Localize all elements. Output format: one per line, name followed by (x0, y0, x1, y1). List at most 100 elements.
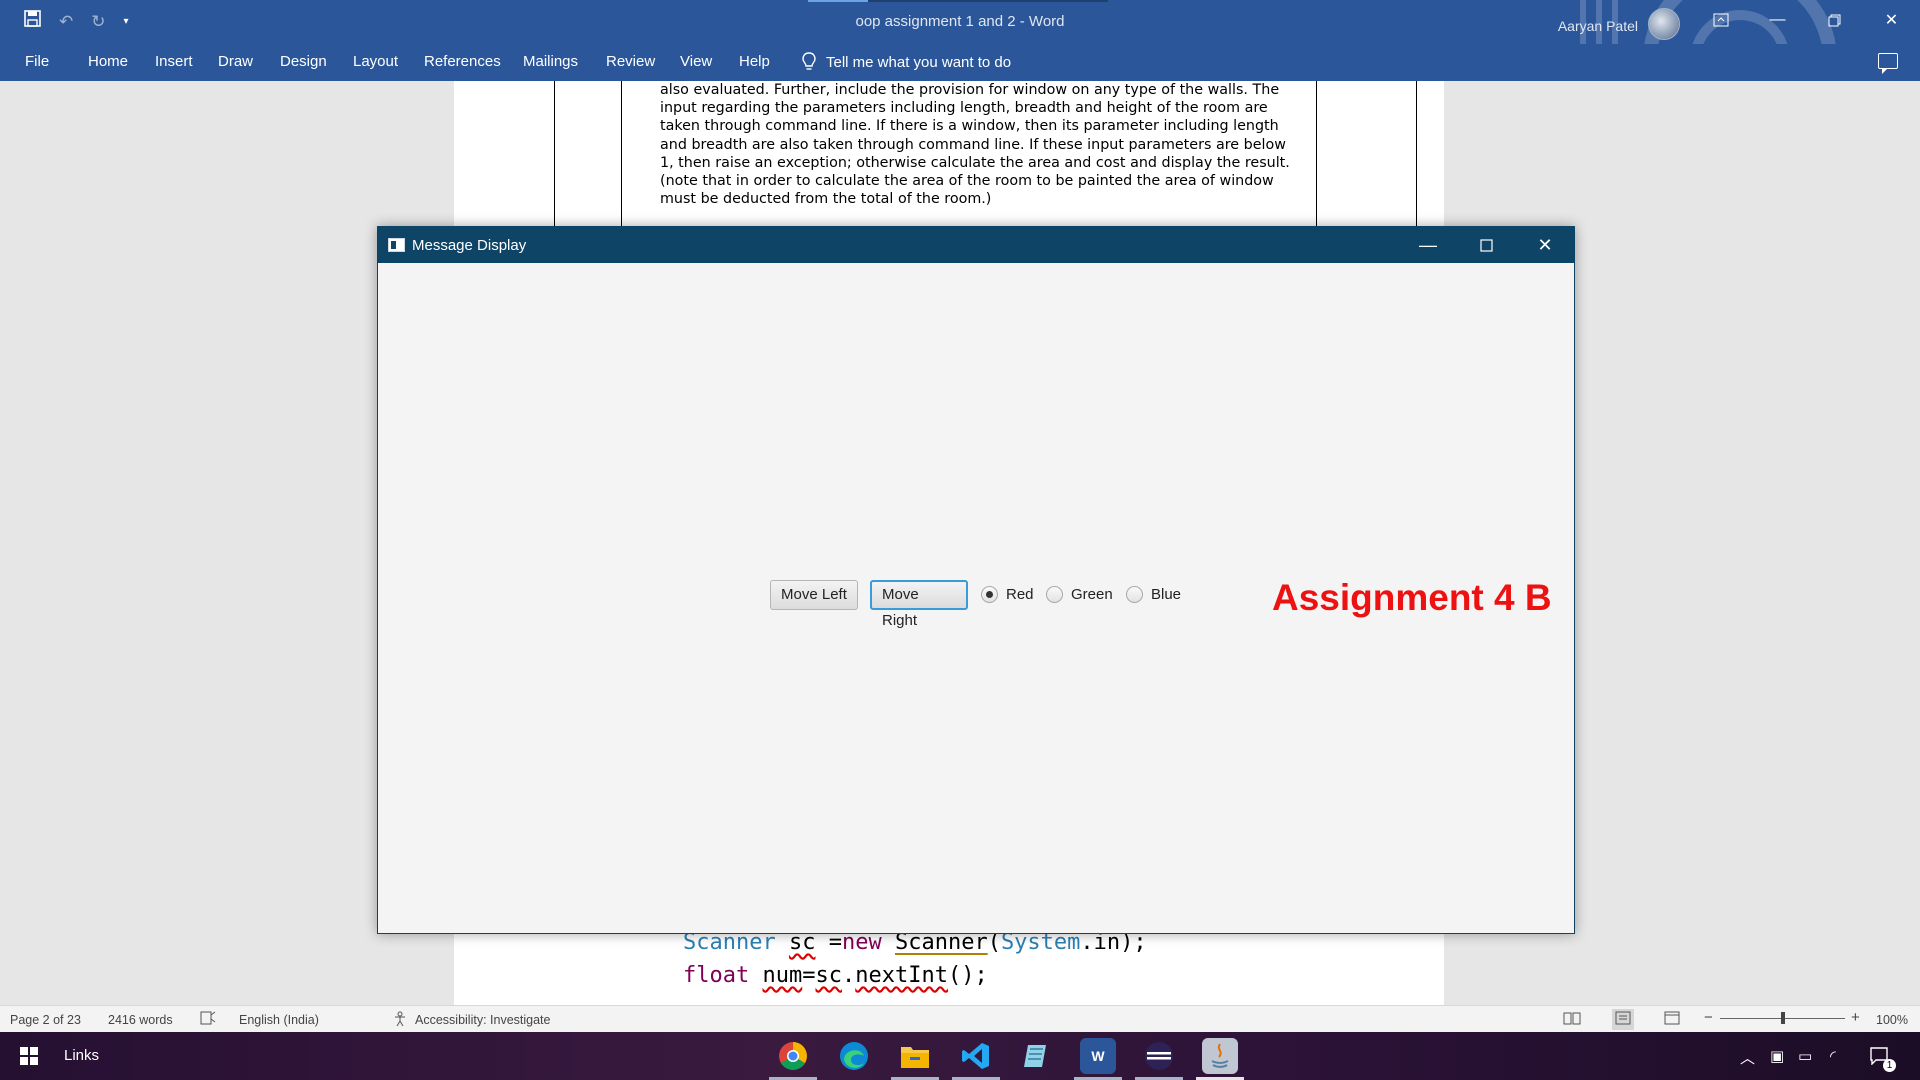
vscode-icon[interactable] (958, 1038, 994, 1074)
paragraph-line: 1, then raise an exception; otherwise ca… (660, 154, 1290, 171)
camera-icon[interactable]: ▣ (1770, 1047, 1784, 1065)
word-icon[interactable]: W (1080, 1038, 1116, 1074)
paragraph-line: also evaluated. Further, include the pro… (660, 82, 1280, 98)
loading-indicator (808, 0, 1108, 2)
language-indicator[interactable]: English (India) (239, 1013, 319, 1027)
user-name: Aaryan Patel (1557, 18, 1638, 34)
read-mode-icon[interactable] (1563, 1011, 1581, 1028)
radio-label: Green (1071, 586, 1113, 603)
radio-green[interactable]: Green (1046, 586, 1113, 603)
edge-icon[interactable] (836, 1038, 872, 1074)
tab-references[interactable]: References (424, 53, 501, 70)
tell-me-text: Tell me what you want to do (826, 53, 1012, 71)
window-title: Message Display (412, 237, 527, 254)
zoom-slider-thumb[interactable] (1781, 1012, 1785, 1024)
table-border (554, 81, 555, 226)
message-display-content: Move Left Move Right Red Green Blue Assi… (378, 263, 1574, 933)
code-token: nextInt (855, 963, 948, 988)
tab-help[interactable]: Help (739, 53, 770, 70)
message-display-title-bar[interactable]: Message Display — ✕ (378, 227, 1574, 263)
code-token: sc (815, 963, 842, 988)
paragraph-line: input regarding the parameters including… (660, 100, 1268, 117)
lightbulb-icon (802, 52, 816, 70)
user-account[interactable]: Aaryan Patel (1557, 8, 1680, 40)
notification-badge: 1 (1883, 1059, 1896, 1072)
code-token: num (762, 963, 803, 988)
table-border (1316, 81, 1317, 226)
accessibility-icon[interactable] (393, 1011, 409, 1030)
windows-start-icon[interactable] (20, 1047, 38, 1065)
eclipse-icon[interactable] (1141, 1038, 1177, 1074)
wifi-icon[interactable]: ◜ (1830, 1047, 1836, 1065)
tab-review[interactable]: Review (606, 53, 655, 70)
radio-label: Blue (1151, 586, 1182, 603)
tab-view[interactable]: View (680, 53, 712, 70)
word-window-controls: — ✕ (1692, 0, 1920, 40)
tell-me-search[interactable]: Tell me what you want to do (802, 52, 1011, 72)
tab-design[interactable]: Design (280, 53, 327, 70)
tab-file[interactable]: File (25, 53, 49, 70)
ribbon-tabs: File Home Insert Draw Design Layout Refe… (0, 44, 1920, 81)
message-text: Assignment 4 B (1272, 577, 1552, 618)
web-layout-icon[interactable] (1664, 1011, 1680, 1028)
restore-icon[interactable] (1806, 0, 1863, 40)
word-count[interactable]: 2416 words (108, 1013, 173, 1027)
code-line[interactable]: float num=sc.nextInt(); (683, 963, 988, 988)
code-token: float (683, 963, 750, 988)
print-layout-icon[interactable] (1612, 1009, 1634, 1030)
assignment-paragraph[interactable]: also evaluated. Further, include the pro… (660, 81, 1308, 208)
close-icon[interactable]: ✕ (1863, 0, 1920, 40)
minimize-icon[interactable]: — (1749, 0, 1806, 40)
redo-icon[interactable]: ↻ (91, 11, 105, 33)
page-indicator[interactable]: Page 2 of 23 (10, 1013, 81, 1027)
zoom-in-button[interactable]: + (1851, 1009, 1860, 1026)
proofing-icon[interactable] (200, 1011, 216, 1028)
notepad-icon[interactable] (1019, 1038, 1055, 1074)
battery-icon[interactable]: ▭ (1798, 1047, 1812, 1065)
zoom-out-button[interactable]: − (1704, 1009, 1713, 1026)
paragraph-line: and breadth are also taken through comma… (660, 136, 1286, 153)
close-icon[interactable]: ✕ (1516, 227, 1574, 263)
move-left-button[interactable]: Move Left (770, 580, 858, 610)
avatar[interactable] (1648, 8, 1680, 40)
radio-button[interactable] (1126, 586, 1143, 603)
java-icon[interactable] (1202, 1038, 1238, 1074)
undo-icon[interactable]: ↶ (59, 11, 73, 33)
ribbon-display-options-icon[interactable] (1692, 0, 1749, 40)
show-hidden-icons-icon[interactable]: ︿ (1740, 1047, 1755, 1068)
app-window-icon (388, 238, 405, 252)
message-display-window: Message Display — ✕ Move Left Move Right… (377, 226, 1575, 934)
table-border (621, 81, 622, 226)
maximize-icon[interactable] (1457, 227, 1515, 263)
paragraph-line: (note that in order to calculate the are… (660, 173, 1274, 190)
tab-home[interactable]: Home (88, 53, 128, 70)
links-toolbar[interactable]: Links (64, 1047, 99, 1064)
zoom-level[interactable]: 100% (1876, 1013, 1908, 1027)
move-right-button[interactable]: Move Right (870, 580, 968, 629)
radio-button[interactable] (1046, 586, 1063, 603)
quick-access-toolbar: ↶ ↻ ▾ (24, 10, 129, 33)
paragraph-line: must be deducted from the total of the r… (660, 191, 992, 208)
control-row: Move Left Move Right Red Green Blue Assi… (378, 579, 1574, 629)
save-icon[interactable] (24, 10, 41, 33)
word-title-bar: ↶ ↻ ▾ oop assignment 1 and 2 - Word Aary… (0, 0, 1920, 44)
file-explorer-icon[interactable] (897, 1038, 933, 1074)
tab-mailings[interactable]: Mailings (523, 53, 578, 70)
tab-draw[interactable]: Draw (218, 53, 253, 70)
customize-qat-icon[interactable]: ▾ (124, 11, 129, 33)
accessibility-status[interactable]: Accessibility: Investigate (415, 1013, 550, 1027)
tab-insert[interactable]: Insert (155, 53, 193, 70)
tab-layout[interactable]: Layout (353, 53, 398, 70)
radio-button-selected[interactable] (981, 586, 998, 603)
minimize-icon[interactable]: — (1399, 227, 1457, 263)
radio-red[interactable]: Red (981, 586, 1034, 603)
radio-label: Red (1006, 586, 1034, 603)
paragraph-line: taken through command line. If there is … (660, 118, 1279, 135)
code-token: = (802, 963, 816, 988)
code-token: (); (947, 963, 988, 988)
comments-icon[interactable] (1878, 53, 1898, 74)
radio-blue[interactable]: Blue (1126, 586, 1181, 603)
chrome-icon[interactable] (775, 1038, 811, 1074)
code-token: . (841, 963, 856, 988)
